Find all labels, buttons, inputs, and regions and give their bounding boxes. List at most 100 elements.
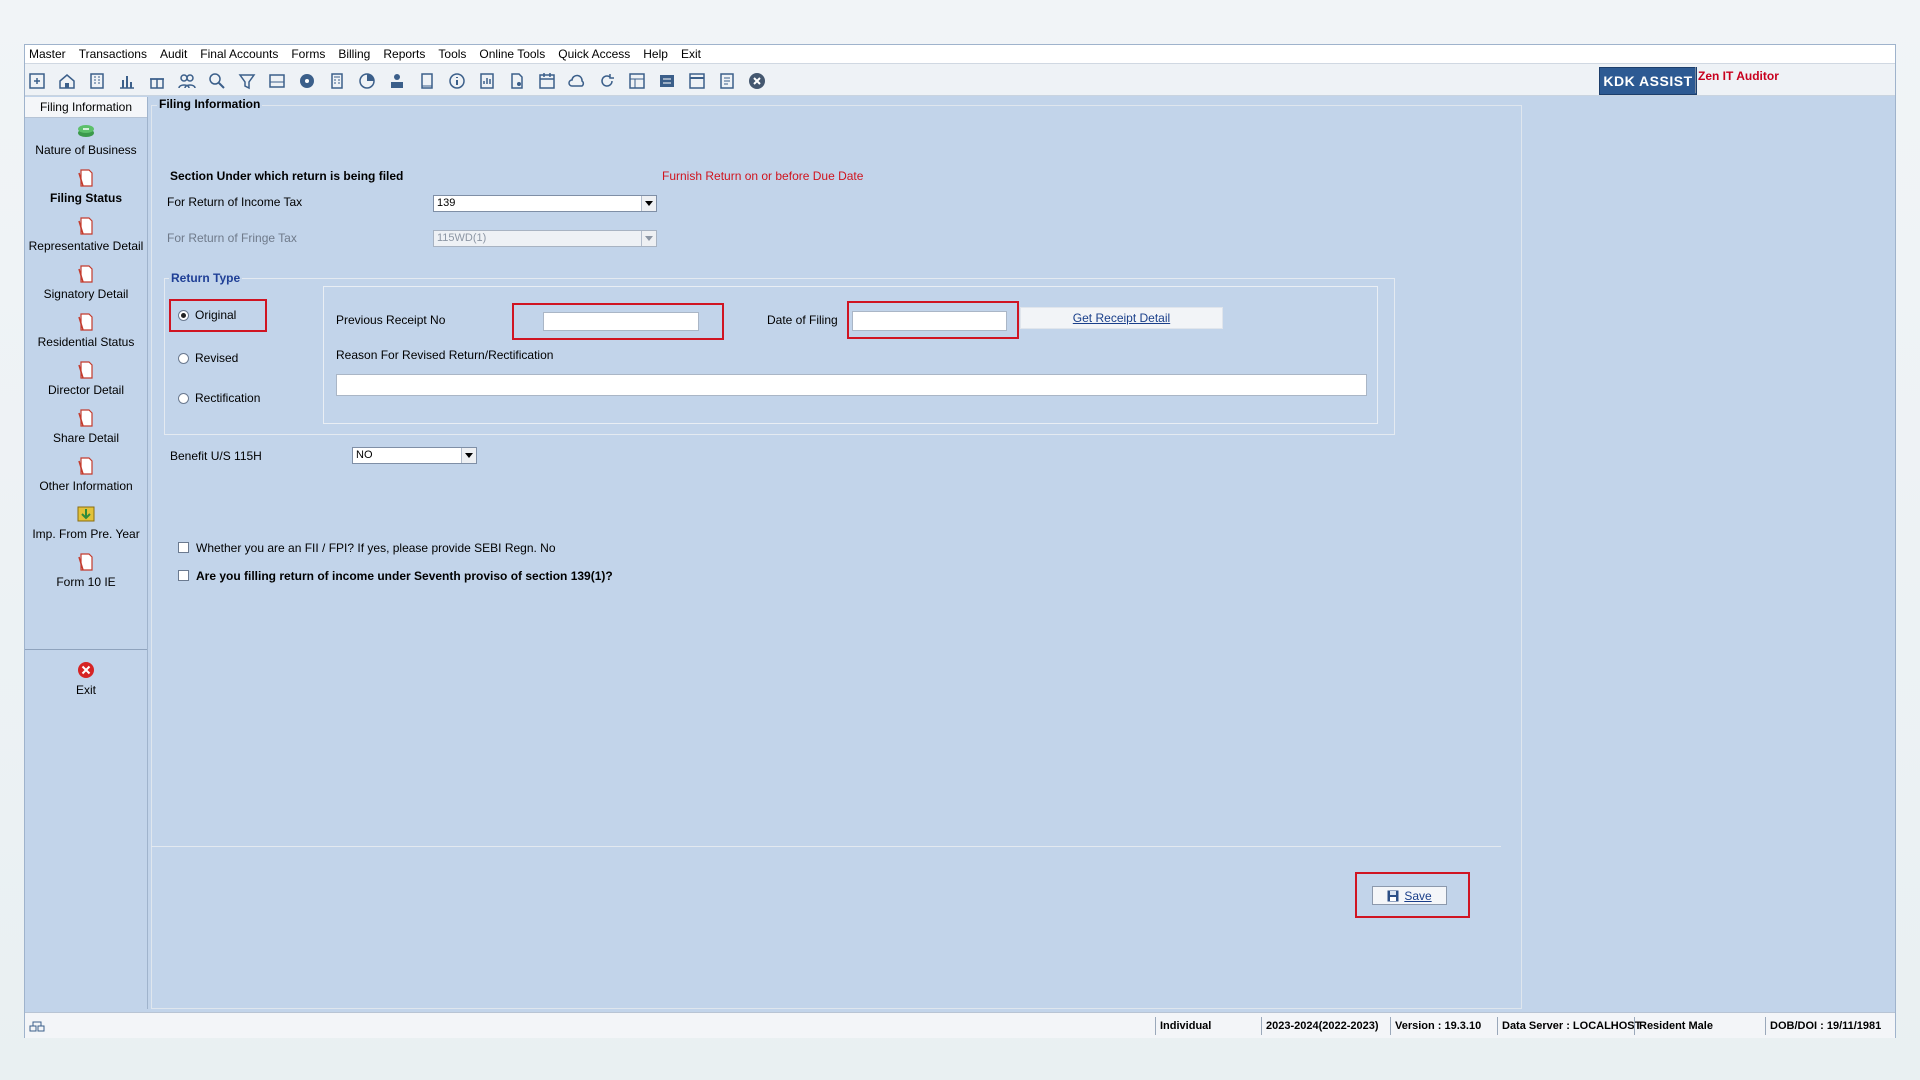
previous-receipt-input[interactable] (543, 312, 699, 331)
fii-checkbox[interactable] (178, 542, 189, 553)
chevron-down-icon[interactable] (641, 196, 656, 211)
sidebar-header: Filing Information (25, 97, 147, 118)
reason-label: Reason For Revised Return/Rectification (336, 348, 554, 362)
file-open-icon[interactable] (26, 70, 48, 92)
floppy-disk-icon (1387, 890, 1399, 901)
sidebar-item-representative-detail[interactable]: Representative Detail (25, 215, 147, 253)
filter-icon[interactable] (236, 70, 258, 92)
benefit-115h-select[interactable]: NO (352, 447, 477, 464)
menu-help[interactable]: Help (643, 47, 668, 61)
save-button[interactable]: Save (1372, 886, 1447, 905)
sidebar-item-form-10-ie[interactable]: Form 10 IE (25, 551, 147, 589)
menu-forms[interactable]: Forms (291, 47, 325, 61)
get-receipt-detail-button[interactable]: Get Receipt Detail (1020, 307, 1223, 329)
status-data-server: Data Server : LOCALHOST (1497, 1017, 1641, 1035)
sidebar-item-residential-status[interactable]: Residential Status (25, 311, 147, 349)
sidebar-item-label: Filing Status (50, 191, 122, 205)
menu-bar: Master Transactions Audit Final Accounts… (25, 45, 1895, 64)
previous-receipt-label: Previous Receipt No (336, 313, 446, 327)
document-icon (78, 265, 93, 283)
logo-divider (1695, 67, 1696, 93)
sidebar: Filing Information Nature of Business Fi… (25, 97, 148, 1009)
menu-quick-access[interactable]: Quick Access (558, 47, 630, 61)
radio-original[interactable] (178, 310, 189, 321)
menu-online-tools[interactable]: Online Tools (479, 47, 545, 61)
benefit-115h-label: Benefit U/S 115H (170, 449, 262, 463)
pay-icon[interactable] (386, 70, 408, 92)
menu-reports[interactable]: Reports (383, 47, 425, 61)
panel-title: Filing Information (157, 97, 263, 111)
document-icon (78, 361, 93, 379)
radio-rectification[interactable] (178, 393, 189, 404)
fringe-tax-label: For Return of Fringe Tax (167, 231, 297, 245)
sidebar-item-signatory-detail[interactable]: Signatory Detail (25, 263, 147, 301)
seventh-proviso-checkbox[interactable] (178, 570, 189, 581)
menu-exit[interactable]: Exit (681, 47, 701, 61)
sidebar-item-share-detail[interactable]: Share Detail (25, 407, 147, 445)
sidebar-item-filing-status[interactable]: Filing Status (25, 167, 147, 205)
bs-icon[interactable] (656, 70, 678, 92)
magnifier-icon[interactable] (206, 70, 228, 92)
status-assessment-year: 2023-2024(2022-2023) (1261, 1017, 1394, 1035)
bar-chart-icon[interactable] (116, 70, 138, 92)
sheet-icon[interactable] (716, 70, 738, 92)
reason-input[interactable] (336, 374, 1367, 396)
gift-icon[interactable] (146, 70, 168, 92)
date-of-filing-input[interactable] (852, 311, 1007, 331)
document-icon (78, 217, 93, 235)
users-icon[interactable] (176, 70, 198, 92)
calculator-icon[interactable] (326, 70, 348, 92)
income-tax-section-select[interactable]: 139 (433, 195, 657, 212)
tax-icon[interactable] (266, 70, 288, 92)
document-icon (78, 409, 93, 427)
toolbar: KDK ASSIST Zen IT Auditor (25, 64, 1895, 96)
pie-chart-icon[interactable] (356, 70, 378, 92)
kdk-assist-logo[interactable]: KDK ASSIST (1599, 67, 1697, 95)
cloud-icon[interactable] (566, 70, 588, 92)
document-icon (78, 313, 93, 331)
refresh-icon[interactable] (596, 70, 618, 92)
radio-revised-label: Revised (195, 351, 239, 365)
sidebar-item-label: Nature of Business (35, 143, 137, 157)
calendar-icon[interactable] (536, 70, 558, 92)
document-icon (78, 169, 93, 187)
radio-rectification-label: Rectification (195, 391, 261, 405)
sidebar-item-label: Director Detail (47, 383, 125, 397)
application-window: Master Transactions Audit Final Accounts… (24, 44, 1896, 1038)
sidebar-item-label: Imp. From Pre. Year (32, 527, 140, 541)
menu-audit[interactable]: Audit (160, 47, 187, 61)
sidebar-exit-button[interactable]: Exit (25, 659, 147, 697)
document-user-icon[interactable] (506, 70, 528, 92)
network-icon (29, 1021, 45, 1032)
scd-icon[interactable] (686, 70, 708, 92)
home-icon[interactable] (56, 70, 78, 92)
sidebar-item-import-previous-year[interactable]: Imp. From Pre. Year (25, 503, 147, 541)
menu-tools[interactable]: Tools (438, 47, 466, 61)
info-icon[interactable] (446, 70, 468, 92)
sidebar-item-nature-of-business[interactable]: Nature of Business (25, 119, 147, 157)
grid-icon[interactable] (626, 70, 648, 92)
money-stack-icon (78, 125, 94, 137)
sidebar-divider (25, 649, 147, 650)
chevron-down-icon[interactable] (461, 448, 476, 463)
return-type-heading: Return Type (169, 271, 243, 285)
building-icon[interactable] (86, 70, 108, 92)
chevron-down-icon (641, 231, 656, 246)
close-circle-icon[interactable] (746, 70, 768, 92)
menu-billing[interactable]: Billing (338, 47, 370, 61)
radio-revised[interactable] (178, 353, 189, 364)
menu-transactions[interactable]: Transactions (79, 47, 147, 61)
sidebar-item-label: Other Information (39, 479, 133, 493)
footer-divider (151, 846, 1501, 847)
book-icon[interactable] (416, 70, 438, 92)
report-icon[interactable] (476, 70, 498, 92)
sidebar-item-other-information[interactable]: Other Information (25, 455, 147, 493)
document-icon (78, 457, 93, 475)
fringe-tax-section-select: 115WD(1) (433, 230, 657, 247)
status-assessee-type: Individual (1155, 1017, 1265, 1035)
menu-final-accounts[interactable]: Final Accounts (200, 47, 278, 61)
disc-icon[interactable] (296, 70, 318, 92)
status-residential: Resident Male (1634, 1017, 1769, 1035)
sidebar-item-director-detail[interactable]: Director Detail (25, 359, 147, 397)
menu-master[interactable]: Master (29, 47, 66, 61)
